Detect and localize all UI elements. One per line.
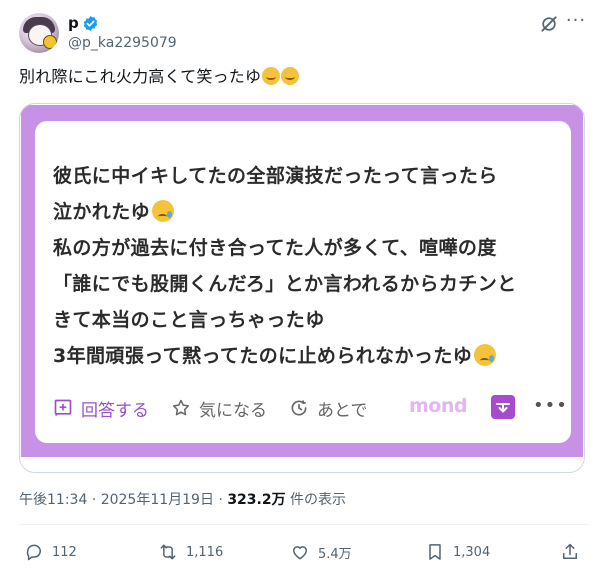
answer-icon xyxy=(54,399,72,417)
card-line-6-text: 3年間頑張って黙ってたのに止められなかったゆ xyxy=(53,345,473,367)
share-button[interactable] xyxy=(560,540,588,564)
media-image[interactable]: 彼氏に中イキしてたの全部演技だったって言ったら 泣かれたゆ 私の方が過去に付き合… xyxy=(19,103,585,473)
display-name[interactable]: p xyxy=(68,13,79,33)
card-line-2-text: 泣かれたゆ xyxy=(53,201,151,223)
clock-icon xyxy=(291,400,307,416)
tweet-text: 別れ際にこれ火力高くて笑ったゆ xyxy=(19,66,300,88)
reply-count: 112 xyxy=(52,544,77,560)
retweet-button[interactable]: 1,116 xyxy=(158,540,223,564)
answer-label: 回答する xyxy=(81,400,149,421)
more-icon[interactable]: ··· xyxy=(565,12,587,34)
card-more-icon: ••• xyxy=(533,395,568,416)
like-count: 5.4万 xyxy=(318,546,352,562)
later-label: あとで xyxy=(317,400,368,421)
interested-label: 気になる xyxy=(199,400,267,421)
star-icon xyxy=(172,399,190,416)
user-handle[interactable]: @p_ka2295079 xyxy=(68,34,177,52)
avatar-emoji xyxy=(43,35,57,49)
card-line-2: 泣かれたゆ xyxy=(53,199,175,225)
card-line-4: 「誰にでも股開くんだろ」とか言われるからカチンと xyxy=(53,273,517,295)
tweet-meta: 午後11:34 · 2025年11月19日 · 323.2万 件の表示 xyxy=(19,490,346,510)
retweet-icon xyxy=(160,544,176,560)
bookmark-icon xyxy=(429,544,441,560)
interested-button: 気になる xyxy=(171,393,267,423)
card-line-6: 3年間頑張って黙ってたのに止められなかったゆ xyxy=(53,343,497,369)
verified-badge-icon xyxy=(83,16,98,31)
heart-icon xyxy=(293,546,307,560)
mond-card-frame: 彼氏に中イキしてたの全部演技だったって言ったら 泣かれたゆ 私の方が過去に付き合… xyxy=(21,105,583,457)
retweet-count: 1,116 xyxy=(186,544,224,560)
divider xyxy=(19,524,589,525)
bookmark-button[interactable]: 1,304 xyxy=(425,540,490,564)
card-line-5: きて本当のこと言っちゃったゆ xyxy=(53,309,325,331)
crying-emoji-icon xyxy=(474,344,497,366)
pleading-emoji-icon xyxy=(262,67,281,85)
mond-logo: mond xyxy=(409,395,467,417)
reply-icon xyxy=(26,544,41,561)
share-icon xyxy=(563,543,577,559)
card-line-3: 私の方が過去に付き合ってた人が多くて、喧嘩の度 xyxy=(53,237,497,259)
crying-emoji-icon xyxy=(152,200,175,222)
tweet-text-body: 別れ際にこれ火力高くて笑ったゆ xyxy=(19,67,262,86)
view-count: 323.2万 xyxy=(227,492,286,508)
mond-card: 彼氏に中イキしてたの全部演技だったって言ったら 泣かれたゆ 私の方が過去に付き合… xyxy=(35,121,571,443)
pleading-emoji-icon xyxy=(281,67,300,85)
card-line-1: 彼氏に中イキしてたの全部演技だったって言ったら xyxy=(53,165,498,187)
save-icon xyxy=(491,395,515,419)
tweet-time[interactable]: 午後11:34 · 2025年11月19日 · xyxy=(19,492,227,508)
card-footer: 回答する 気になる あとで mond ••• xyxy=(53,393,567,423)
avatar[interactable] xyxy=(19,13,59,53)
grok-icon[interactable] xyxy=(539,14,559,34)
like-button[interactable]: 5.4万 xyxy=(290,540,352,564)
bookmark-count: 1,304 xyxy=(453,544,491,560)
view-count-suffix: 件の表示 xyxy=(285,492,347,508)
answer-button: 回答する xyxy=(53,393,149,423)
later-button: あとで xyxy=(289,393,368,423)
reply-button[interactable]: 112 xyxy=(24,540,77,564)
